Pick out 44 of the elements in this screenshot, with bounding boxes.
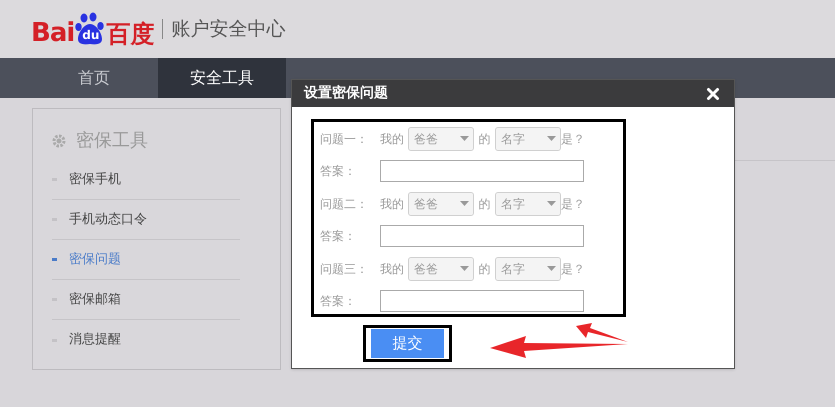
- caret-icon: [547, 201, 556, 206]
- question-text: 我的: [380, 260, 405, 278]
- question-text: 的: [478, 260, 492, 278]
- dropdown[interactable]: 爸爸: [408, 192, 474, 216]
- nav-tab[interactable]: 安全工具: [158, 58, 286, 98]
- dropdown[interactable]: 爸爸: [408, 126, 474, 150]
- question-label: 问题一：: [320, 130, 369, 148]
- logo-text: Bai: [31, 20, 74, 46]
- submit-button[interactable]: 提交: [371, 329, 444, 358]
- sidebar-item[interactable]: 消息提醒: [52, 330, 121, 350]
- dropdown[interactable]: 爸爸: [408, 256, 474, 280]
- answer-field[interactable]: [380, 290, 584, 312]
- answer-label: 答案：: [320, 293, 357, 310]
- dropdown[interactable]: 名字: [495, 192, 561, 216]
- caret-icon: [460, 201, 469, 206]
- question-text: 是？: [561, 196, 585, 212]
- question-label: 问题二：: [320, 196, 369, 212]
- answer-label: 答案：: [320, 228, 357, 245]
- question-text: 是？: [561, 130, 585, 148]
- caret-icon: [547, 266, 556, 271]
- sidebar-title: 密保工具: [76, 129, 148, 153]
- answer-field[interactable]: [380, 160, 584, 182]
- caret-icon: [460, 266, 469, 271]
- dialog-title: 设置密保问题: [304, 84, 388, 103]
- caret-icon: [547, 136, 556, 141]
- sidebar-item[interactable]: 密保邮箱: [52, 290, 121, 310]
- question-text: 是？: [561, 260, 585, 278]
- question-text: 的: [478, 130, 492, 148]
- sidebar-item[interactable]: 密保问题: [52, 250, 121, 270]
- sidebar-item[interactable]: 手机动态口令: [52, 210, 147, 230]
- question-text: 我的: [380, 196, 405, 212]
- nav-tab[interactable]: 首页: [30, 58, 158, 98]
- question-text: 的: [478, 196, 492, 212]
- dropdown[interactable]: 名字: [495, 126, 561, 150]
- logo-text: 百度: [106, 22, 154, 46]
- gear-icon: [52, 134, 66, 148]
- answer-label: 答案：: [320, 163, 357, 180]
- sidebar-item[interactable]: 密保手机: [52, 170, 121, 190]
- caret-icon: [460, 136, 469, 141]
- dropdown[interactable]: 名字: [495, 256, 561, 280]
- question-text: 我的: [380, 130, 405, 148]
- answer-field[interactable]: [380, 225, 584, 247]
- site-title: 账户安全中心: [171, 16, 286, 42]
- question-label: 问题三：: [320, 260, 369, 278]
